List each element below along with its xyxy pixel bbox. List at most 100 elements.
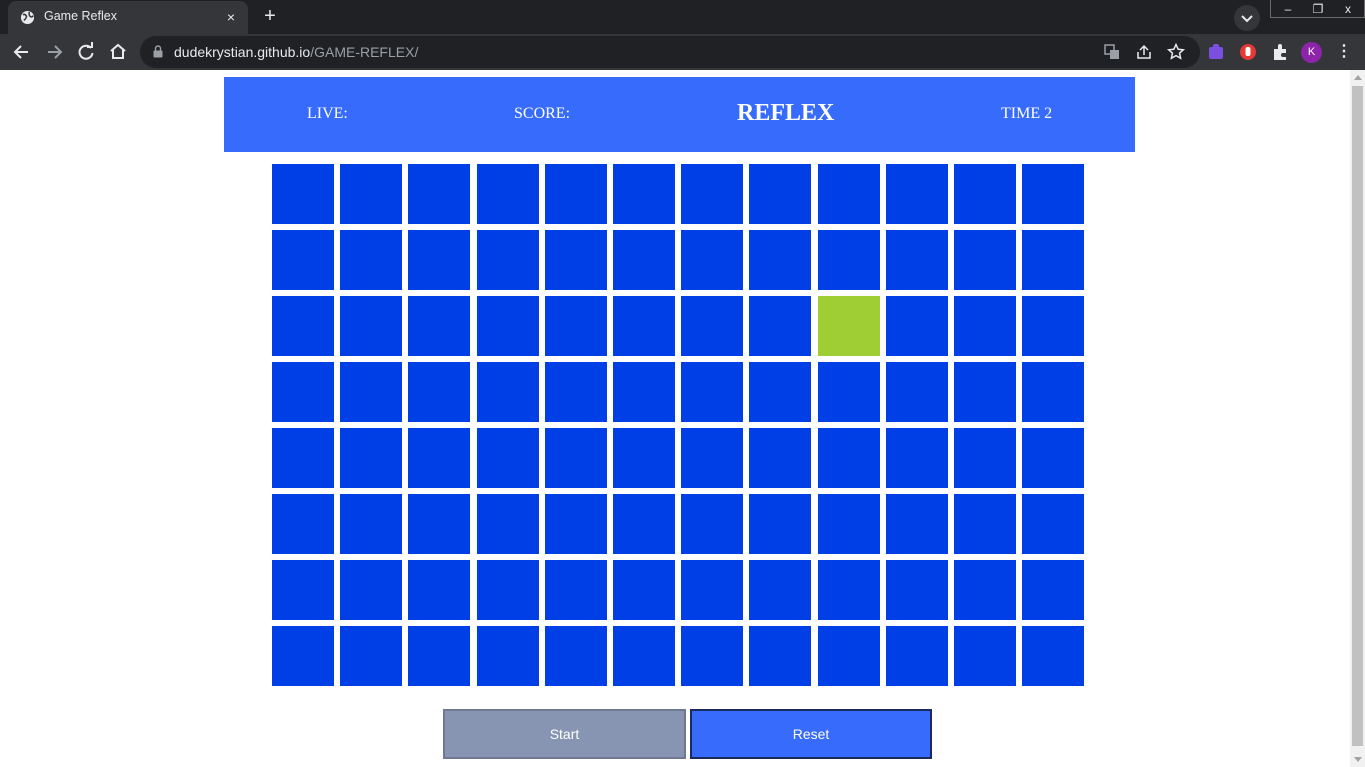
- grid-cell[interactable]: [749, 296, 811, 356]
- grid-cell[interactable]: [818, 362, 880, 422]
- grid-cell[interactable]: [818, 494, 880, 554]
- grid-cell[interactable]: [954, 560, 1016, 620]
- grid-cell[interactable]: [886, 428, 948, 488]
- grid-cell[interactable]: [340, 164, 402, 224]
- grid-cell[interactable]: [613, 296, 675, 356]
- grid-cell[interactable]: [477, 296, 539, 356]
- grid-cell[interactable]: [749, 362, 811, 422]
- grid-cell[interactable]: [408, 230, 470, 290]
- grid-cell[interactable]: [818, 230, 880, 290]
- extensions-puzzle-icon[interactable]: [1271, 43, 1289, 61]
- reload-icon[interactable]: [73, 39, 99, 65]
- grid-cell[interactable]: [886, 560, 948, 620]
- grid-cell[interactable]: [272, 428, 334, 488]
- grid-cell[interactable]: [818, 164, 880, 224]
- translate-icon[interactable]: [1102, 42, 1122, 62]
- grid-cell[interactable]: [749, 494, 811, 554]
- grid-cell[interactable]: [545, 560, 607, 620]
- grid-cell[interactable]: [1022, 626, 1084, 686]
- back-arrow-icon[interactable]: [9, 39, 35, 65]
- grid-cell[interactable]: [886, 164, 948, 224]
- grid-cell[interactable]: [477, 362, 539, 422]
- grid-cell[interactable]: [272, 362, 334, 422]
- grid-cell[interactable]: [613, 494, 675, 554]
- grid-cell[interactable]: [477, 428, 539, 488]
- hand-blocker-icon[interactable]: [1239, 43, 1257, 61]
- grid-cell[interactable]: [545, 428, 607, 488]
- grid-cell[interactable]: [681, 164, 743, 224]
- grid-cell[interactable]: [1022, 362, 1084, 422]
- url-text[interactable]: dudekrystian.github.io/GAME-REFLEX/: [174, 44, 418, 60]
- profile-avatar[interactable]: K: [1301, 42, 1322, 63]
- grid-cell[interactable]: [1022, 560, 1084, 620]
- minimize-button[interactable]: –: [1273, 0, 1303, 20]
- grid-cell[interactable]: [272, 560, 334, 620]
- grid-cell[interactable]: [1022, 230, 1084, 290]
- grid-cell[interactable]: [886, 626, 948, 686]
- grid-cell[interactable]: [749, 428, 811, 488]
- grid-cell[interactable]: [272, 494, 334, 554]
- grid-cell[interactable]: [681, 428, 743, 488]
- grid-cell[interactable]: [613, 428, 675, 488]
- grid-cell[interactable]: [272, 296, 334, 356]
- grid-cell[interactable]: [477, 230, 539, 290]
- grid-cell[interactable]: [340, 560, 402, 620]
- grid-cell[interactable]: [954, 362, 1016, 422]
- grid-cell[interactable]: [408, 362, 470, 422]
- grid-cell[interactable]: [886, 296, 948, 356]
- grid-cell-active[interactable]: [818, 296, 880, 356]
- grid-cell[interactable]: [613, 626, 675, 686]
- scroll-down-arrow-icon[interactable]: [1354, 757, 1362, 762]
- grid-cell[interactable]: [340, 296, 402, 356]
- grid-cell[interactable]: [340, 230, 402, 290]
- restore-button[interactable]: ❐: [1303, 0, 1333, 20]
- grid-cell[interactable]: [681, 626, 743, 686]
- grid-cell[interactable]: [681, 230, 743, 290]
- tab-close-icon[interactable]: ×: [222, 8, 240, 26]
- scroll-up-arrow-icon[interactable]: [1354, 75, 1362, 80]
- grid-cell[interactable]: [954, 296, 1016, 356]
- grid-cell[interactable]: [545, 362, 607, 422]
- grid-cell[interactable]: [613, 164, 675, 224]
- grid-cell[interactable]: [545, 296, 607, 356]
- grid-cell[interactable]: [613, 230, 675, 290]
- tab-search-button[interactable]: [1234, 5, 1260, 31]
- grid-cell[interactable]: [954, 164, 1016, 224]
- grid-cell[interactable]: [886, 494, 948, 554]
- grid-cell[interactable]: [818, 626, 880, 686]
- grid-cell[interactable]: [1022, 428, 1084, 488]
- grid-cell[interactable]: [613, 362, 675, 422]
- lock-icon[interactable]: [153, 45, 163, 58]
- grid-cell[interactable]: [477, 626, 539, 686]
- grid-cell[interactable]: [818, 428, 880, 488]
- forward-arrow-icon[interactable]: [41, 39, 67, 65]
- grid-cell[interactable]: [545, 626, 607, 686]
- grid-cell[interactable]: [545, 164, 607, 224]
- bookmark-star-icon[interactable]: [1166, 42, 1186, 62]
- new-tab-button[interactable]: +: [258, 5, 282, 29]
- grid-cell[interactable]: [340, 494, 402, 554]
- close-window-button[interactable]: x: [1333, 0, 1363, 20]
- grid-cell[interactable]: [477, 164, 539, 224]
- browser-tab[interactable]: Game Reflex ×: [8, 1, 248, 34]
- grid-cell[interactable]: [681, 494, 743, 554]
- grid-cell[interactable]: [477, 560, 539, 620]
- grid-cell[interactable]: [340, 362, 402, 422]
- grid-cell[interactable]: [886, 362, 948, 422]
- grid-cell[interactable]: [749, 560, 811, 620]
- grid-cell[interactable]: [1022, 164, 1084, 224]
- grid-cell[interactable]: [886, 230, 948, 290]
- grid-cell[interactable]: [954, 626, 1016, 686]
- grid-cell[interactable]: [408, 164, 470, 224]
- grid-cell[interactable]: [1022, 296, 1084, 356]
- grid-cell[interactable]: [477, 494, 539, 554]
- grid-cell[interactable]: [954, 494, 1016, 554]
- scrollbar-thumb[interactable]: [1352, 86, 1363, 746]
- grid-cell[interactable]: [954, 428, 1016, 488]
- grid-cell[interactable]: [408, 560, 470, 620]
- grid-cell[interactable]: [272, 164, 334, 224]
- browser-menu-icon[interactable]: ⋮: [1335, 42, 1353, 62]
- grid-cell[interactable]: [340, 626, 402, 686]
- grid-cell[interactable]: [954, 230, 1016, 290]
- grid-cell[interactable]: [749, 626, 811, 686]
